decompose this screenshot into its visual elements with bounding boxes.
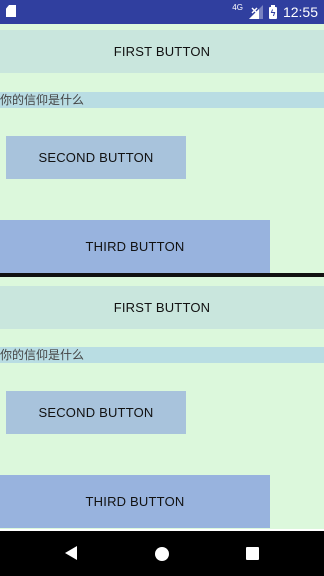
- signal-icon: [248, 5, 263, 19]
- third-button[interactable]: THIRD BUTTON: [0, 220, 270, 273]
- back-icon[interactable]: [65, 546, 77, 560]
- battery-icon: ϟ: [268, 5, 277, 19]
- third-button[interactable]: THIRD BUTTON: [0, 475, 270, 528]
- navigation-bar: [0, 531, 324, 576]
- home-icon[interactable]: [155, 547, 169, 561]
- fragment-panel-bottom: FIRST BUTTON 你的信仰是什么 SECOND BUTTON THIRD…: [0, 277, 324, 529]
- recents-icon[interactable]: [246, 547, 259, 560]
- sd-card-icon: [6, 5, 18, 17]
- second-button[interactable]: SECOND BUTTON: [6, 391, 186, 434]
- fragment-panel-top: FIRST BUTTON 你的信仰是什么 SECOND BUTTON THIRD…: [0, 24, 324, 273]
- second-button[interactable]: SECOND BUTTON: [6, 136, 186, 179]
- status-bar: 4G ϟ 12:55: [0, 0, 324, 24]
- first-button[interactable]: FIRST BUTTON: [0, 30, 324, 73]
- status-time: 12:55: [282, 4, 318, 20]
- status-icons: 4G ϟ 12:55: [232, 0, 318, 24]
- question-label: 你的信仰是什么: [0, 92, 324, 108]
- network-type-label: 4G: [232, 3, 243, 12]
- first-button[interactable]: FIRST BUTTON: [0, 286, 324, 329]
- question-label: 你的信仰是什么: [0, 347, 324, 363]
